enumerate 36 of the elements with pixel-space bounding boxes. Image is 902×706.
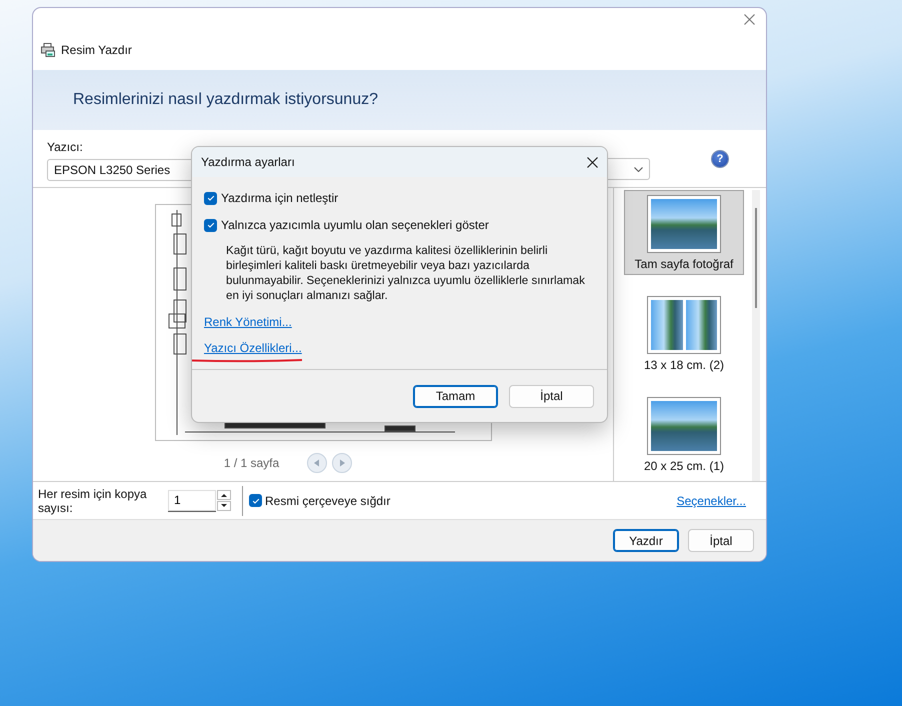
- layout-label: 20 x 25 cm. (1): [644, 459, 724, 473]
- checkbox[interactable]: [204, 192, 217, 204]
- printer-label: Yazıcı:: [47, 140, 84, 154]
- spin-down-icon[interactable]: [217, 501, 231, 511]
- header-question: Resimlerinizi nasıl yazdırmak istiyorsunuz?: [33, 70, 766, 130]
- settings-link[interactable]: Renk Yönetimi...: [204, 315, 292, 329]
- options-link[interactable]: Seçenekler...: [676, 494, 746, 508]
- fit-to-frame-label: Resmi çerçeveye sığdır: [265, 494, 390, 508]
- check-icon: [206, 220, 216, 230]
- layout-option[interactable]: 13 x 18 cm. (2): [624, 291, 744, 376]
- dialog-button[interactable]: İptal: [688, 529, 754, 552]
- checkbox[interactable]: [249, 494, 262, 507]
- checkbox[interactable]: [204, 218, 217, 232]
- check-icon: [206, 193, 216, 203]
- layout-option[interactable]: Tam sayfa fotoğraf: [624, 190, 744, 275]
- spin-up-icon[interactable]: [217, 490, 231, 500]
- copies-input[interactable]: 1: [168, 490, 216, 512]
- arrow-right-icon: [338, 459, 346, 467]
- help-button[interactable]: ?: [712, 151, 728, 167]
- layout-option[interactable]: 20 x 25 cm. (1): [624, 392, 744, 477]
- option-label: Yazdırma için netleştir: [221, 191, 338, 205]
- dialog-button[interactable]: Tamam: [413, 384, 498, 408]
- dialog-button[interactable]: Yazdır: [613, 529, 679, 552]
- option-label: Yalnızca yazıcımla uyumlu olan seçenekleri göster: [221, 218, 489, 232]
- arrow-left-icon: [313, 459, 322, 467]
- settings-link[interactable]: Yazıcı Özellikleri...: [204, 341, 302, 355]
- printer-icon: [41, 43, 55, 57]
- dialog-button[interactable]: İptal: [509, 384, 594, 408]
- layout-label: 13 x 18 cm. (2): [644, 358, 724, 372]
- layout-label: Tam sayfa fotoğraf: [634, 257, 734, 271]
- close-icon[interactable]: [587, 156, 598, 168]
- page-count: 1 / 1 sayfa: [224, 456, 280, 470]
- caret-icon: [634, 166, 643, 172]
- description-text: Kağıt türü, kağıt boyutu ve yazdırma kalitesi özelliklerinin belirli birleşimleri kaliteli baskı üretmeyebilir veya bazı yazıcılarda bulunmayabilir. Seçeneklerinizi yalnızca uyumlu özelliklerle sınırlamak en iyi sonuçları almanızı sağlar.: [226, 243, 586, 303]
- copies-label: Her resim için kopya sayısı:: [38, 486, 148, 514]
- window-title: Resim Yazdır: [61, 43, 132, 57]
